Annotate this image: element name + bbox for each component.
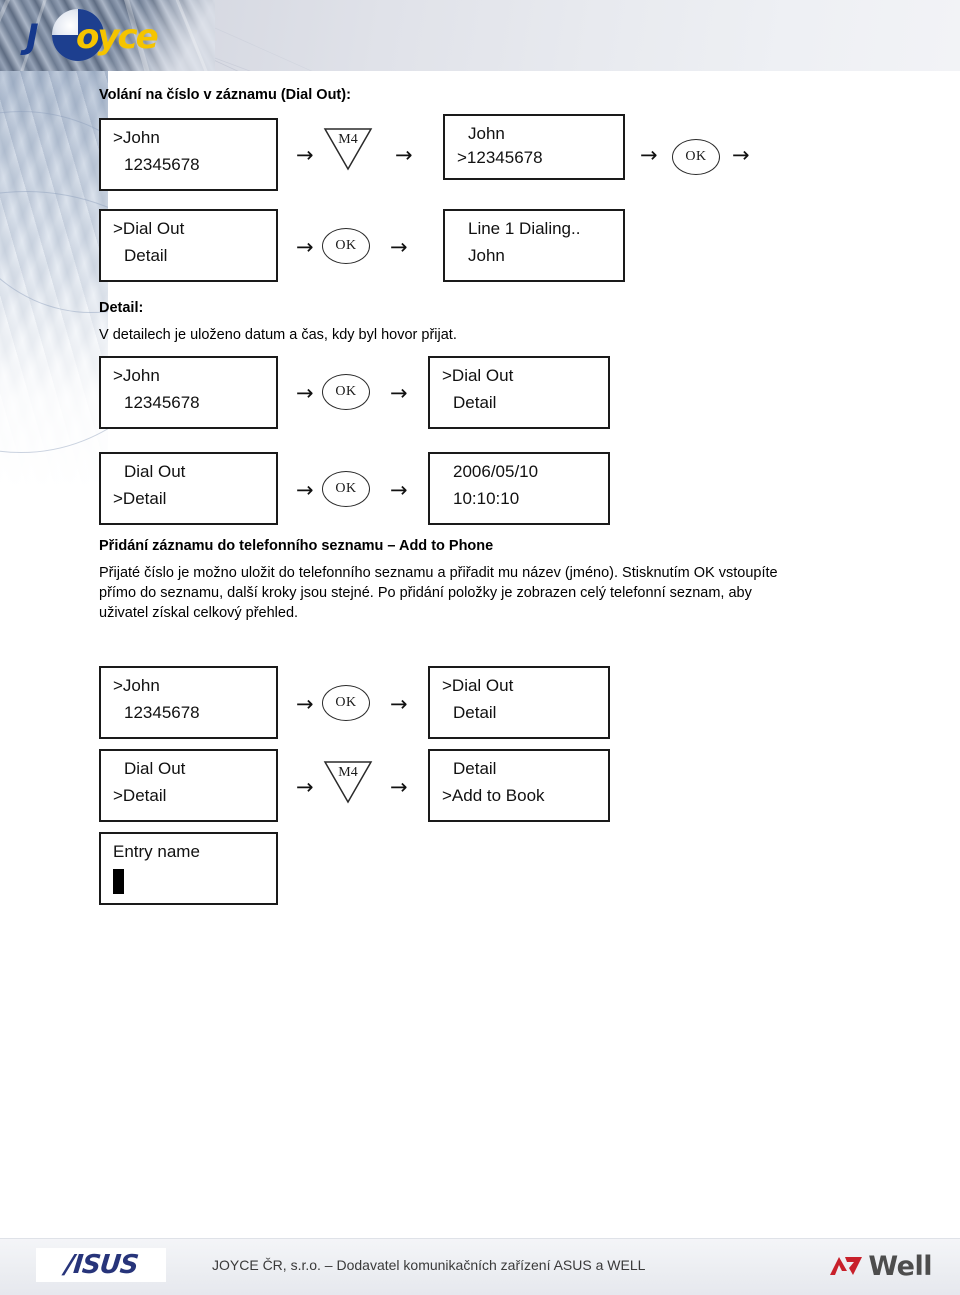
arrow-icon: → xyxy=(390,692,408,716)
lcd-line-1: >Dial Out xyxy=(113,219,185,238)
logo-letters-oyce: oyce xyxy=(76,17,159,57)
section-3-title: Přidání záznamu do telefonního seznamu –… xyxy=(99,538,494,554)
ok-key-icon: OK xyxy=(322,471,370,507)
ok-key-icon: OK xyxy=(322,374,370,410)
logo-wordmark: J oyce xyxy=(24,17,164,57)
arrow-icon: → xyxy=(296,235,314,259)
lcd-screen-flow2-box1: >John 12345678 xyxy=(99,356,278,429)
lcd-line-1: >Dial Out xyxy=(442,676,514,695)
ok-key-icon: OK xyxy=(322,228,370,264)
lcd-screen-flow2-box2: >Dial Out Detail xyxy=(428,356,610,429)
lcd-line-2: 12345678 xyxy=(124,393,200,412)
section-2-title: Detail: xyxy=(99,300,144,316)
arrow-icon: → xyxy=(395,143,413,167)
section-2-paragraph: V detailech je uloženo datum a čas, kdy … xyxy=(99,327,457,343)
m4-key-icon: M4 xyxy=(322,759,374,805)
arrow-icon: → xyxy=(296,692,314,716)
lcd-screen-flow1-box3: >Dial Out Detail xyxy=(99,209,278,282)
section-3-paragraph-line-3: uživatel získal celkový přehled. xyxy=(99,605,299,621)
lcd-line-1: 2006/05/10 xyxy=(453,462,539,481)
ok-key-icon: OK xyxy=(672,139,720,175)
ok-key-icon: OK xyxy=(322,685,370,721)
lcd-line-1: John xyxy=(468,124,505,143)
lcd-screen-flow1-box1: >John 12345678 xyxy=(99,118,278,191)
lcd-line-2: Detail xyxy=(453,703,497,722)
arrow-icon: → xyxy=(390,478,408,502)
lcd-screen-flow3-box3: Dial Out >Detail xyxy=(99,749,278,822)
lcd-line-1: Entry name xyxy=(113,842,200,861)
ok-key-label: OK xyxy=(335,481,357,496)
lcd-line-1: Detail xyxy=(453,759,497,778)
ok-key-label: OK xyxy=(335,695,357,710)
lcd-line-2: >12345678 xyxy=(457,148,543,167)
well-arrow-icon xyxy=(830,1257,863,1275)
m4-key-icon: M4 xyxy=(322,126,374,172)
section-3-paragraph-line-2: přímo do seznamu, další kroky jsou stejn… xyxy=(99,585,752,601)
page-footer: /ISUS JOYCE ČR, s.r.o. – Dodavatel komun… xyxy=(0,1238,960,1295)
arrow-icon: → xyxy=(640,143,658,167)
ok-key-label: OK xyxy=(685,149,707,164)
lcd-screen-flow1-box2: John >12345678 xyxy=(443,114,625,180)
ok-key-label: OK xyxy=(335,384,357,399)
lcd-screen-flow3-box4: Detail >Add to Book xyxy=(428,749,610,822)
arrow-icon: → xyxy=(296,775,314,799)
asus-wordmark: /ISUS xyxy=(63,1250,139,1280)
lcd-line-2: 12345678 xyxy=(124,155,200,174)
lcd-screen-flow3-box5: Entry name xyxy=(99,832,278,905)
lcd-line-1: >Dial Out xyxy=(442,366,514,385)
m4-key-label: M4 xyxy=(338,765,358,780)
arrow-icon: → xyxy=(390,381,408,405)
lcd-line-2: >Add to Book xyxy=(442,786,545,805)
lcd-screen-flow2-box3: Dial Out >Detail xyxy=(99,452,278,525)
well-logo: Well xyxy=(828,1249,932,1283)
lcd-line-1: >John xyxy=(113,676,160,695)
lcd-line-2: John xyxy=(468,246,505,265)
lcd-line-1: >John xyxy=(113,366,160,385)
m4-key-label: M4 xyxy=(338,132,358,147)
lcd-line-1: Dial Out xyxy=(124,759,186,778)
joyce-logo: J oyce xyxy=(24,8,164,64)
lcd-line-2: 10:10:10 xyxy=(453,489,520,508)
lcd-line-1: >John xyxy=(113,128,160,147)
arrow-icon: → xyxy=(296,381,314,405)
arrow-icon: → xyxy=(296,143,314,167)
asus-logo: /ISUS xyxy=(36,1248,166,1282)
page-header: J oyce xyxy=(0,0,960,71)
lcd-line-2: >Detail xyxy=(113,489,167,508)
lcd-screen-flow2-box4: 2006/05/10 10:10:10 xyxy=(428,452,610,525)
logo-letter-j: J xyxy=(26,17,39,57)
lcd-line-1: Dial Out xyxy=(124,462,186,481)
lcd-line-2: Detail xyxy=(453,393,497,412)
lcd-line-2: Detail xyxy=(124,246,168,265)
arrow-icon: → xyxy=(732,143,750,167)
lcd-screen-flow3-box2: >Dial Out Detail xyxy=(428,666,610,739)
section-1-title: Volání na číslo v záznamu (Dial Out): xyxy=(99,87,351,103)
well-wordmark: Well xyxy=(868,1250,932,1282)
arrow-icon: → xyxy=(390,775,408,799)
lcd-line-2: >Detail xyxy=(113,786,167,805)
lcd-line-1: Line 1 Dialing.. xyxy=(468,219,581,238)
lcd-line-2: 12345678 xyxy=(124,703,200,722)
lcd-screen-flow1-box4: Line 1 Dialing.. John xyxy=(443,209,625,282)
section-3-paragraph-line-1: Přijaté číslo je možno uložit do telefon… xyxy=(99,565,778,581)
arrow-icon: → xyxy=(390,235,408,259)
footer-company-text: JOYCE ČR, s.r.o. – Dodavatel komunikační… xyxy=(212,1257,646,1273)
arrow-icon: → xyxy=(296,478,314,502)
ok-key-label: OK xyxy=(335,238,357,253)
lcd-screen-flow3-box1: >John 12345678 xyxy=(99,666,278,739)
page-watermark xyxy=(0,71,108,491)
text-cursor-block xyxy=(113,869,124,894)
